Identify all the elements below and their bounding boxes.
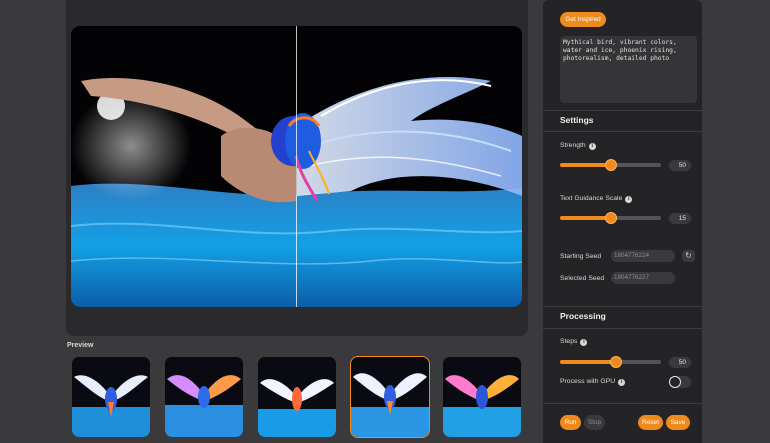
guidance-slider-handle[interactable]	[604, 212, 617, 224]
get-inspired-button[interactable]: Get Inspired	[560, 12, 606, 27]
info-icon[interactable]: i	[580, 339, 588, 346]
section-divider	[543, 131, 702, 132]
starting-seed-label: Starting Seed	[560, 253, 602, 260]
save-button[interactable]: Save	[666, 415, 690, 430]
settings-sidebar: Get Inspired Mythical bird, vibrant colo…	[543, 0, 702, 443]
section-divider	[543, 306, 702, 307]
phoenix-thumbnail-image	[351, 357, 429, 437]
refresh-seed-button[interactable]: ↻	[682, 250, 695, 262]
thumbnail-1[interactable]	[72, 357, 150, 437]
gpu-label-text: Process with GPU	[560, 378, 616, 385]
processing-title: Processing	[560, 311, 606, 321]
steps-label: Steps i	[560, 338, 588, 346]
strength-slider-handle[interactable]	[604, 159, 617, 171]
guidance-label-text: Text Guidance Scale	[560, 195, 623, 202]
steps-slider-handle[interactable]	[609, 356, 622, 368]
steps-value[interactable]: 50	[669, 357, 691, 368]
thumbnail-5[interactable]	[443, 357, 521, 437]
section-divider	[543, 403, 702, 404]
thumbnail-4[interactable]	[350, 356, 430, 438]
prompt-textarea[interactable]: Mythical bird, vibrant colors, water and…	[560, 36, 697, 103]
selected-seed-input[interactable]: 1804776227	[611, 272, 675, 284]
phoenix-thumbnail-image	[443, 357, 521, 437]
reset-button[interactable]: Reset	[638, 415, 663, 430]
before-after-comparison[interactable]	[71, 26, 522, 307]
gpu-toggle-knob	[669, 376, 681, 388]
stop-button[interactable]: Stop	[584, 415, 605, 430]
comparison-divider-handle[interactable]	[296, 26, 297, 307]
phoenix-thumbnail-image	[165, 357, 243, 437]
strength-slider[interactable]	[560, 159, 661, 171]
phoenix-thumbnail-image	[72, 357, 150, 437]
settings-title: Settings	[560, 115, 594, 125]
steps-label-text: Steps	[560, 338, 578, 345]
selected-seed-label: Selected Seed	[560, 275, 605, 282]
guidance-value[interactable]: 15	[669, 213, 691, 224]
guidance-slider[interactable]	[560, 212, 661, 224]
info-icon[interactable]: i	[588, 143, 596, 150]
info-icon[interactable]: i	[618, 379, 626, 386]
section-divider	[543, 328, 702, 329]
guidance-slider-fill	[560, 216, 611, 220]
strength-slider-fill	[560, 163, 611, 167]
info-icon[interactable]: i	[625, 196, 633, 203]
thumbnail-3[interactable]	[258, 357, 336, 437]
thumbnail-2[interactable]	[165, 357, 243, 437]
preview-label: Preview	[67, 342, 94, 349]
strength-value[interactable]: 50	[669, 160, 691, 171]
strength-label: Strength i	[560, 142, 596, 150]
steps-slider-fill	[560, 360, 616, 364]
steps-slider[interactable]	[560, 356, 661, 368]
strength-label-text: Strength	[560, 142, 586, 149]
run-button[interactable]: Run	[560, 415, 581, 430]
gpu-label: Process with GPU i	[560, 378, 626, 386]
gpu-toggle[interactable]	[669, 376, 691, 388]
guidance-label: Text Guidance Scale i	[560, 195, 633, 203]
phoenix-thumbnail-image	[258, 357, 336, 437]
refresh-icon: ↻	[685, 251, 692, 260]
starting-seed-input[interactable]: 1804776224	[611, 250, 675, 262]
section-divider	[543, 110, 702, 111]
